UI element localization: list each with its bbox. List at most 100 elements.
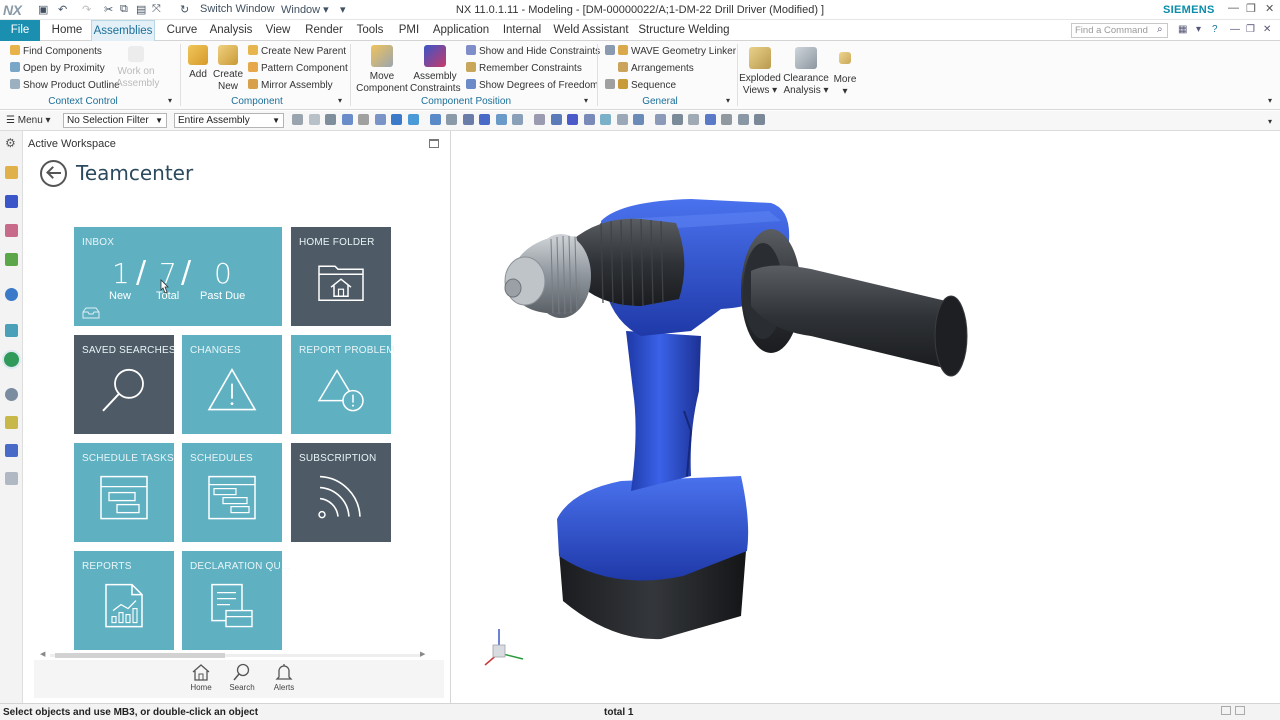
wave-geometry-linker-button[interactable]: WAVE Geometry Linker: [605, 45, 736, 57]
line-icon[interactable]: [479, 114, 490, 125]
system-materials-icon[interactable]: [5, 416, 18, 429]
footer-search-button[interactable]: Search: [222, 663, 262, 692]
exploded-views-button[interactable]: Exploded Views ▾: [739, 47, 781, 97]
report-problem-tile[interactable]: REPORT PROBLEM: [291, 335, 395, 434]
touch-mode-icon[interactable]: ↻: [180, 3, 189, 16]
process-studio-icon[interactable]: [5, 444, 18, 457]
edge-icon[interactable]: [407, 114, 419, 125]
tab-curve[interactable]: Curve: [163, 20, 201, 41]
render-style-icon[interactable]: [688, 114, 699, 125]
home-folder-tile[interactable]: HOME FOLDER: [291, 227, 391, 326]
help-icon[interactable]: ?: [1212, 24, 1218, 35]
maximize-icon[interactable]: [429, 139, 439, 148]
hidden-icon[interactable]: [721, 114, 732, 125]
general-more-icon[interactable]: ▾: [726, 96, 730, 105]
save-icon[interactable]: ▣: [38, 3, 48, 16]
tab-view[interactable]: View: [263, 20, 293, 41]
declaration-tile[interactable]: DECLARATION QU...: [182, 551, 290, 650]
scroll-left-icon[interactable]: ◀: [40, 650, 45, 658]
search-icon[interactable]: ⌕: [1157, 24, 1163, 35]
cut-icon[interactable]: ✂: [104, 3, 113, 16]
changes-tile[interactable]: CHANGES: [182, 335, 282, 434]
clearance-analysis-button[interactable]: Clearance Analysis ▾: [783, 47, 829, 97]
select-arrow-icon[interactable]: [358, 114, 369, 125]
selection-scope-select[interactable]: Entire Assembly ▼: [174, 113, 284, 128]
tab-render[interactable]: Render: [302, 20, 346, 41]
selection-filter-select[interactable]: No Selection Filter ▼: [63, 113, 167, 128]
view-triad-icon[interactable]: [479, 623, 531, 671]
selection-mode-icon[interactable]: [325, 114, 336, 125]
schedules-tile[interactable]: SCHEDULES: [182, 443, 282, 542]
redo-icon[interactable]: ↷: [82, 3, 91, 16]
minimize-icon[interactable]: —: [1228, 2, 1239, 14]
panel-close-icon[interactable]: ✕: [1263, 24, 1271, 35]
scroll-right-icon[interactable]: ▶: [420, 650, 425, 658]
ribbon-options-icon[interactable]: ▾: [1196, 24, 1201, 35]
spline-icon[interactable]: [495, 114, 507, 125]
intersection-icon[interactable]: [512, 114, 523, 125]
history-icon[interactable]: [5, 388, 18, 401]
show-hide-constraints-button[interactable]: Show and Hide Constraints: [466, 45, 600, 57]
status-layout-icon[interactable]: [1235, 706, 1245, 715]
midpoint-icon[interactable]: [534, 114, 545, 125]
tab-pmi[interactable]: PMI: [395, 20, 423, 41]
curve-icon[interactable]: [462, 114, 474, 125]
fit-icon[interactable]: [655, 114, 666, 125]
roles-icon[interactable]: [5, 472, 18, 485]
reuse-library-icon[interactable]: [5, 253, 18, 266]
shaded-icon[interactable]: [704, 114, 716, 125]
copy-icon[interactable]: ⧉: [120, 3, 128, 16]
tab-file[interactable]: File: [0, 20, 40, 41]
panel-minimize-icon[interactable]: —: [1230, 24, 1240, 35]
face-icon[interactable]: [391, 114, 402, 125]
deselect-icon[interactable]: [308, 114, 320, 125]
status-full-screen-icon[interactable]: [1221, 706, 1231, 715]
web-browser-icon[interactable]: [5, 324, 18, 337]
hd3d-tools-icon[interactable]: [5, 288, 18, 301]
component-position-more-icon[interactable]: ▾: [584, 96, 588, 105]
saved-searches-tile[interactable]: SAVED SEARCHES: [74, 335, 176, 434]
context-control-more-icon[interactable]: ▾: [168, 96, 172, 105]
find-command-input[interactable]: Find a Command: [1071, 23, 1168, 38]
tab-analysis[interactable]: Analysis: [208, 20, 254, 41]
tab-internal[interactable]: Internal: [500, 20, 544, 41]
arrangements-button[interactable]: Arrangements: [618, 62, 694, 74]
undo-icon[interactable]: ↶: [58, 3, 67, 16]
toolbar-overflow-icon[interactable]: ▾: [1268, 117, 1272, 126]
reports-tile[interactable]: REPORTS: [74, 551, 174, 650]
customize-qa-icon[interactable]: ▾: [340, 3, 346, 16]
pattern-component-button[interactable]: Pattern Component: [248, 62, 348, 74]
scroll-thumb[interactable]: [55, 653, 225, 658]
show-dof-button[interactable]: Show Degrees of Freedom: [466, 79, 599, 91]
rectangle-select-icon[interactable]: [341, 114, 353, 125]
tab-assemblies[interactable]: Assemblies: [91, 20, 155, 41]
center-icon[interactable]: [550, 114, 562, 125]
tab-tools[interactable]: Tools: [354, 20, 386, 41]
mirror-assembly-button[interactable]: Mirror Assembly: [248, 79, 333, 91]
open-by-proximity-button[interactable]: Open by Proximity: [10, 62, 105, 74]
view-orient-icon[interactable]: [633, 114, 644, 125]
inbox-tile[interactable]: INBOX 1 / 7 / 0 New Total Past Due: [74, 227, 282, 326]
footer-alerts-button[interactable]: Alerts: [264, 663, 304, 692]
paste-icon[interactable]: ▤: [136, 3, 146, 16]
tab-home[interactable]: Home: [48, 20, 86, 41]
tangent-icon[interactable]: [583, 114, 595, 125]
close-icon[interactable]: ✕: [1265, 2, 1274, 15]
graphics-viewport[interactable]: [451, 131, 1280, 703]
tab-weld-assistant[interactable]: Weld Assistant: [553, 20, 629, 41]
rotate-icon[interactable]: [671, 114, 683, 125]
subscription-tile[interactable]: SUBSCRIPTION: [291, 443, 391, 542]
more-button[interactable]: More ▾: [830, 47, 860, 98]
teamcenter-icon[interactable]: [4, 352, 19, 367]
drill-driver-model[interactable]: [451, 131, 1280, 703]
find-components-button[interactable]: Find Components: [10, 45, 102, 57]
component-more-icon[interactable]: ▾: [338, 96, 342, 105]
switch-window-button[interactable]: Switch Window: [200, 3, 275, 15]
show-product-outline-button[interactable]: Show Product Outline: [10, 79, 120, 91]
assembly-constraints-button[interactable]: Assembly Constraints: [410, 45, 461, 95]
layer-icon[interactable]: [737, 114, 749, 125]
sequence-button[interactable]: Sequence: [605, 79, 676, 91]
window-layout-icon[interactable]: ▦: [1178, 24, 1187, 35]
assembly-navigator-icon[interactable]: [5, 166, 18, 179]
panel-restore-icon[interactable]: ❐: [1246, 24, 1255, 35]
